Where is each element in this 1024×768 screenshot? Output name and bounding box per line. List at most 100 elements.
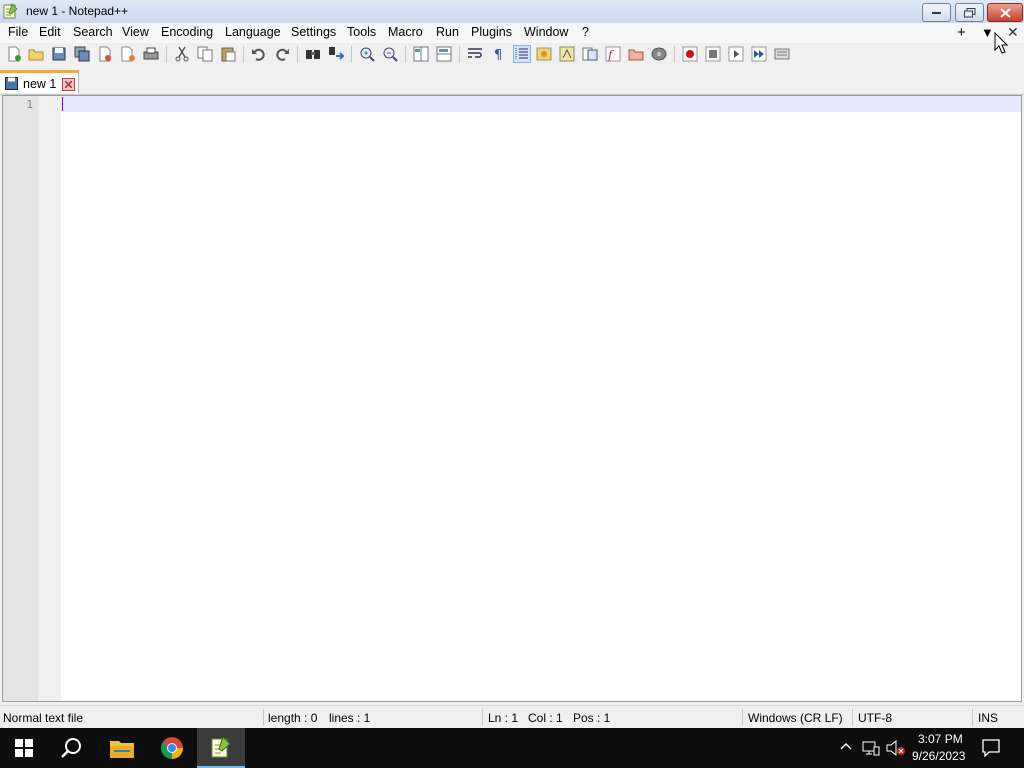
tab-bar: new 1 xyxy=(0,68,1024,95)
window-title: new 1 - Notepad++ xyxy=(26,4,129,18)
menu-window[interactable]: Window xyxy=(523,25,569,39)
minimize-button[interactable] xyxy=(922,3,951,22)
indent-guide-icon[interactable] xyxy=(513,45,531,63)
menu-help[interactable]: ? xyxy=(581,25,590,39)
paste-icon[interactable] xyxy=(220,46,236,62)
close-all-icon[interactable] xyxy=(120,46,136,62)
status-length: length : 0 xyxy=(268,711,318,725)
tab-label: new 1 xyxy=(23,77,57,91)
find-icon[interactable] xyxy=(305,46,321,62)
toolbar: ¶ f xyxy=(0,43,1024,67)
menu-tools[interactable]: Tools xyxy=(346,25,377,39)
taskbar-search-button[interactable] xyxy=(48,728,96,768)
close-icon[interactable] xyxy=(97,46,113,62)
status-pos: Pos : 1 xyxy=(573,711,611,725)
current-line-highlight xyxy=(61,96,1021,112)
doc-list-icon[interactable] xyxy=(582,46,598,62)
run-macro-multiple-icon[interactable] xyxy=(751,46,767,62)
start-icon xyxy=(15,739,33,757)
notepadpp-icon xyxy=(211,736,231,758)
notification-icon[interactable] xyxy=(982,739,1000,757)
volume-muted-icon[interactable] xyxy=(886,740,906,756)
new-file-icon[interactable] xyxy=(6,46,22,62)
open-file-icon[interactable] xyxy=(28,46,44,62)
function-list-icon[interactable]: f xyxy=(605,46,621,62)
status-insert-mode[interactable]: INS xyxy=(978,711,998,725)
status-encoding[interactable]: UTF-8 xyxy=(858,711,892,725)
sync-vertical-icon[interactable] xyxy=(413,46,429,62)
menu-edit[interactable]: Edit xyxy=(38,25,62,39)
close-document-icon[interactable]: ✕ xyxy=(1007,24,1019,41)
notepadpp-app-icon xyxy=(3,3,18,19)
status-eol[interactable]: Windows (CR LF) xyxy=(748,711,843,725)
file-explorer-icon xyxy=(110,741,134,758)
restore-icon xyxy=(963,7,975,17)
copy-icon[interactable] xyxy=(197,46,213,62)
close-window-button[interactable] xyxy=(987,3,1023,22)
close-icon xyxy=(65,81,72,88)
status-col: Col : 1 xyxy=(528,711,563,725)
status-bar: Normal text file length : 0 lines : 1 Ln… xyxy=(0,705,1024,729)
svg-text:¶: ¶ xyxy=(494,48,502,62)
chrome-icon xyxy=(161,737,183,759)
monitoring-icon[interactable] xyxy=(651,46,667,62)
menu-settings[interactable]: Settings xyxy=(290,25,337,39)
fold-margin[interactable] xyxy=(38,96,61,701)
tab-close-button[interactable] xyxy=(62,78,75,91)
tab-list-dropdown-icon[interactable]: ▼ xyxy=(981,25,994,40)
taskbar-file-explorer[interactable] xyxy=(98,728,146,768)
zoom-out-icon[interactable] xyxy=(382,46,398,62)
menu-run[interactable]: Run xyxy=(435,25,460,39)
minimize-icon xyxy=(931,11,941,14)
restore-button[interactable] xyxy=(955,3,984,22)
word-wrap-icon[interactable] xyxy=(467,46,483,62)
editor-area[interactable]: 1 xyxy=(2,95,1022,702)
menu-plugins[interactable]: Plugins xyxy=(470,25,513,39)
status-filetype: Normal text file xyxy=(3,711,84,725)
title-bar[interactable]: new 1 - Notepad++ xyxy=(0,0,1024,23)
zoom-in-icon[interactable] xyxy=(359,46,375,62)
tab-new-1[interactable]: new 1 xyxy=(0,70,79,93)
status-ln: Ln : 1 xyxy=(488,711,519,725)
save-all-icon[interactable] xyxy=(74,46,90,62)
line-number-margin: 1 xyxy=(3,96,38,701)
menu-macro[interactable]: Macro xyxy=(387,25,424,39)
clock-date[interactable]: 9/26/2023 xyxy=(912,749,965,763)
replace-icon[interactable] xyxy=(328,46,344,62)
close-icon xyxy=(999,7,1011,18)
taskbar: 3:07 PM 9/26/2023 xyxy=(0,728,1024,768)
line-number: 1 xyxy=(26,98,33,111)
start-button[interactable] xyxy=(0,728,48,768)
stop-record-icon[interactable] xyxy=(705,46,721,62)
chevron-up-icon[interactable] xyxy=(840,742,852,750)
network-icon[interactable] xyxy=(862,740,880,756)
text-caret xyxy=(62,97,63,111)
menu-encoding[interactable]: Encoding xyxy=(160,25,214,39)
menu-bar: File Edit Search View Encoding Language … xyxy=(0,23,1024,43)
menu-language[interactable]: Language xyxy=(224,25,282,39)
save-icon xyxy=(5,77,18,90)
menu-view[interactable]: View xyxy=(121,25,150,39)
taskbar-notepadpp[interactable] xyxy=(197,728,245,768)
play-macro-icon[interactable] xyxy=(728,46,744,62)
cut-icon[interactable] xyxy=(174,46,190,62)
record-macro-icon[interactable] xyxy=(682,46,698,62)
folder-workspace-icon[interactable] xyxy=(628,46,644,62)
print-icon[interactable] xyxy=(143,46,159,62)
mouse-cursor-icon xyxy=(994,32,1008,54)
taskbar-chrome[interactable] xyxy=(148,728,196,768)
show-all-chars-icon[interactable]: ¶ xyxy=(490,46,506,62)
save-macro-icon[interactable] xyxy=(774,46,790,62)
menu-file[interactable]: File xyxy=(7,25,29,39)
redo-icon[interactable] xyxy=(274,46,290,62)
search-icon xyxy=(61,738,81,758)
sync-horizontal-icon[interactable] xyxy=(436,46,452,62)
user-language-icon[interactable] xyxy=(536,46,552,62)
doc-map-icon[interactable] xyxy=(559,46,575,62)
undo-icon[interactable] xyxy=(251,46,267,62)
new-tab-plus-icon[interactable]: + xyxy=(957,24,966,41)
menu-search[interactable]: Search xyxy=(72,25,114,39)
status-lines: lines : 1 xyxy=(329,711,371,725)
save-icon[interactable] xyxy=(51,46,67,62)
clock-time[interactable]: 3:07 PM xyxy=(918,732,963,746)
